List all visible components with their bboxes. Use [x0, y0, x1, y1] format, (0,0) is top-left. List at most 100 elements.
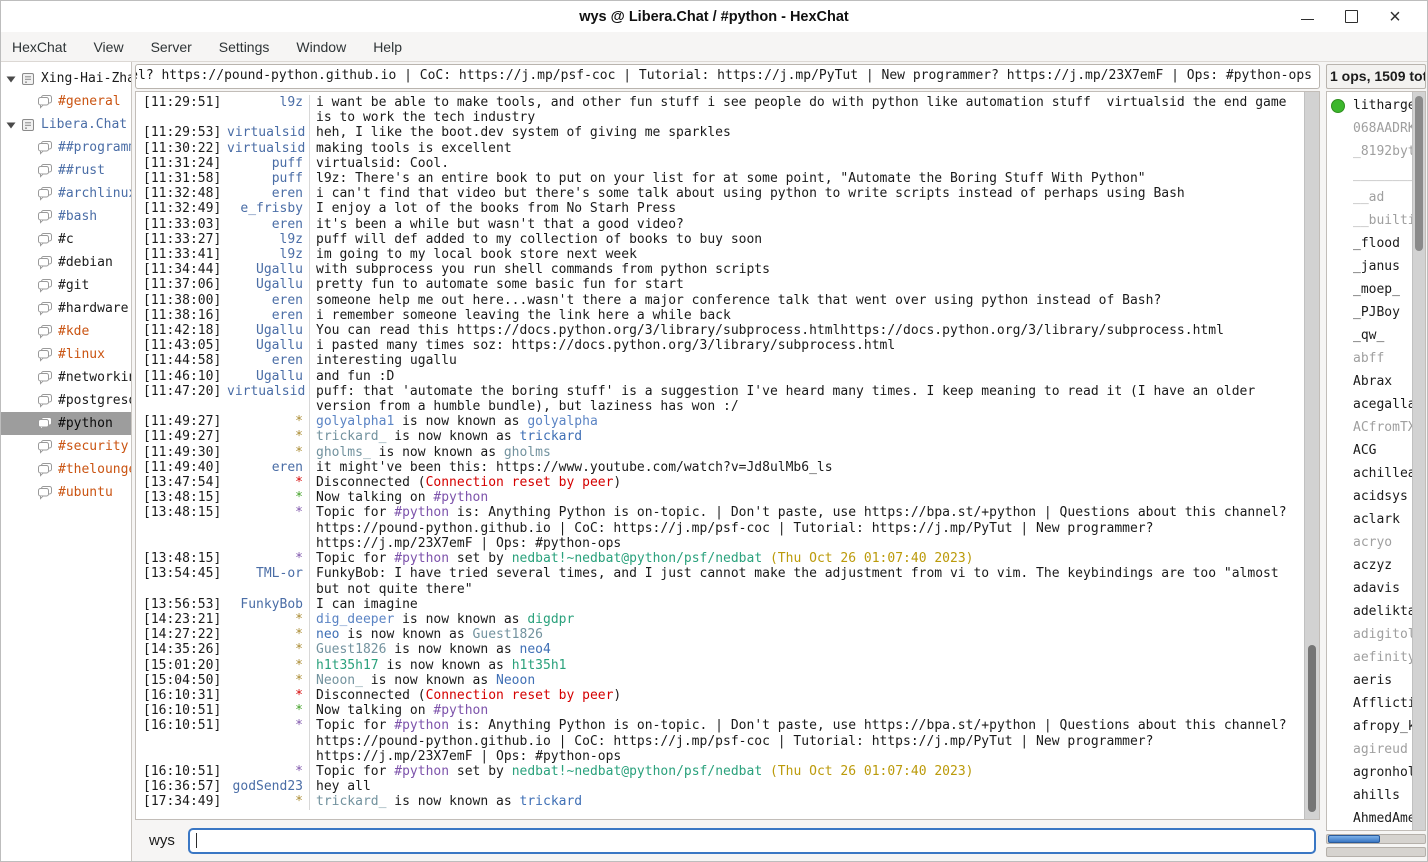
- user-row[interactable]: agireud: [1327, 738, 1413, 761]
- user-nick: aczyz: [1353, 558, 1392, 573]
- tree-channel-rust[interactable]: ##rust: [1, 159, 131, 182]
- nick-button[interactable]: wys: [149, 832, 175, 849]
- chat-row: [11:43:05]Ugallui pasted many times soz:…: [136, 338, 1303, 353]
- user-row[interactable]: achilleas: [1327, 462, 1413, 485]
- nick: FunkyBob: [227, 597, 309, 612]
- tree-channel-git[interactable]: #git: [1, 274, 131, 297]
- chat-row: [16:10:51]*Topic for #python set by nedb…: [136, 764, 1303, 779]
- userlist-scrollbar[interactable]: [1412, 92, 1425, 830]
- user-row[interactable]: aclark: [1327, 508, 1413, 531]
- tree-label: #kde: [58, 324, 89, 339]
- user-row[interactable]: _8192byte: [1327, 140, 1413, 163]
- message-segment: virtualsid: Cool.: [316, 156, 449, 171]
- close-button[interactable]: ×: [1373, 1, 1417, 32]
- minimize-button[interactable]: [1285, 1, 1329, 32]
- event-star: *: [227, 718, 309, 764]
- message-segment: i want be able to make tools, and other …: [316, 95, 1294, 125]
- user-row[interactable]: aeris: [1327, 669, 1413, 692]
- tree-channel-archlinux[interactable]: #archlinux: [1, 182, 131, 205]
- user-nick: agronholm: [1353, 765, 1413, 780]
- expander-icon[interactable]: [6, 120, 16, 130]
- tree-label: ##programming: [58, 140, 131, 155]
- user-row[interactable]: acryo: [1327, 531, 1413, 554]
- menu-item-hexchat[interactable]: HexChat: [12, 39, 66, 55]
- user-row[interactable]: agronholm: [1327, 761, 1413, 784]
- user-row[interactable]: ACfromTX: [1327, 416, 1413, 439]
- message-segment: gholms_: [316, 445, 371, 460]
- tree-channel-hardware[interactable]: #hardware: [1, 297, 131, 320]
- tree-channel-security[interactable]: #security: [1, 435, 131, 458]
- user-row[interactable]: acegalla-: [1327, 393, 1413, 416]
- user-row[interactable]: ahills: [1327, 784, 1413, 807]
- user-row[interactable]: __builtin: [1327, 209, 1413, 232]
- user-row[interactable]: abff: [1327, 347, 1413, 370]
- tree-channel-kde[interactable]: #kde: [1, 320, 131, 343]
- userlist-scrollbar-thumb[interactable]: [1415, 96, 1423, 251]
- tree-channel-bash[interactable]: #bash: [1, 205, 131, 228]
- user-row[interactable]: afropy_ke: [1327, 715, 1413, 738]
- menu-item-window[interactable]: Window: [296, 39, 346, 55]
- user-row[interactable]: __ad: [1327, 186, 1413, 209]
- timestamp: [13:48:15]: [136, 551, 227, 566]
- user-row[interactable]: AhmedAmer: [1327, 807, 1413, 830]
- message-text: with subprocess you run shell commands f…: [309, 262, 1303, 277]
- timestamp: [11:34:44]: [136, 262, 227, 277]
- menu-item-server[interactable]: Server: [151, 39, 192, 55]
- user-row[interactable]: _flood: [1327, 232, 1413, 255]
- event-star: *: [227, 703, 309, 718]
- user-row[interactable]: adeliktas: [1327, 600, 1413, 623]
- message-segment: puff: that 'automate the boring stuff' i…: [316, 384, 1263, 414]
- user-row[interactable]: adavis: [1327, 577, 1413, 600]
- message-segment: (Thu Oct 26 01:07:40 2023): [770, 764, 974, 779]
- tree-label: #postgresql: [58, 393, 131, 408]
- chat-scrollbar-thumb[interactable]: [1308, 645, 1316, 812]
- tree-label: #debian: [58, 255, 113, 270]
- user-row[interactable]: aefinity: [1327, 646, 1413, 669]
- chat-area: [11:29:51]l9zi want be able to make tool…: [135, 91, 1320, 820]
- tree-channel-thelounge[interactable]: #thelounge: [1, 458, 131, 481]
- tree-channel-c[interactable]: #c: [1, 228, 131, 251]
- user-row[interactable]: adigitole: [1327, 623, 1413, 646]
- message-text: l9z: There's an entire book to put on yo…: [309, 171, 1303, 186]
- expander-icon[interactable]: [6, 74, 16, 84]
- channel-icon: [37, 393, 53, 408]
- chat-row: [14:27:22]*neo is now known as Guest1826: [136, 627, 1303, 642]
- message-text: h1t35h17 is now known as h1t35h1: [309, 658, 1303, 673]
- user-row[interactable]: Affliction: [1327, 692, 1413, 715]
- chat-scrollbar[interactable]: [1304, 92, 1319, 819]
- tree-channel-networking[interactable]: #networking: [1, 366, 131, 389]
- menu-item-view[interactable]: View: [93, 39, 123, 55]
- tree-channel-python[interactable]: #python: [1, 412, 131, 435]
- tree-channel-postgresql[interactable]: #postgresql: [1, 389, 131, 412]
- user-row[interactable]: _________: [1327, 163, 1413, 186]
- user-row[interactable]: _PJBoy: [1327, 301, 1413, 324]
- tree-channel-general[interactable]: #general: [1, 90, 131, 113]
- tree-label: #ubuntu: [58, 485, 113, 500]
- topic-input[interactable]: about this channel? https://pound-python…: [135, 64, 1320, 89]
- tree-channel-linux[interactable]: #linux: [1, 343, 131, 366]
- user-row[interactable]: ACG: [1327, 439, 1413, 462]
- tree-server-Libera.Chat[interactable]: Libera.Chat: [1, 113, 131, 136]
- user-row[interactable]: aczyz: [1327, 554, 1413, 577]
- user-row[interactable]: _qw_: [1327, 324, 1413, 347]
- channel-icon: [37, 324, 53, 339]
- tree-server-Xing-Hai-Zhang[interactable]: Xing-Hai-Zhang: [1, 67, 131, 90]
- tree-channel-programming[interactable]: ##programming: [1, 136, 131, 159]
- user-row[interactable]: _moep_: [1327, 278, 1413, 301]
- message-segment: making tools is excellent: [316, 141, 512, 156]
- tree-channel-ubuntu[interactable]: #ubuntu: [1, 481, 131, 504]
- user-row[interactable]: Abrax: [1327, 370, 1413, 393]
- menu-item-settings[interactable]: Settings: [219, 39, 270, 55]
- user-row[interactable]: 068AADRKN: [1327, 117, 1413, 140]
- maximize-button[interactable]: [1329, 1, 1373, 32]
- nick: puff: [227, 171, 309, 186]
- user-nick: adavis: [1353, 581, 1400, 596]
- tree-channel-debian[interactable]: #debian: [1, 251, 131, 274]
- message-text: Topic for #python set by nedbat!~nedbat@…: [309, 551, 1303, 566]
- user-row[interactable]: litharge: [1327, 94, 1413, 117]
- menu-item-help[interactable]: Help: [373, 39, 402, 55]
- user-row[interactable]: _janus: [1327, 255, 1413, 278]
- message-input[interactable]: [188, 828, 1316, 854]
- message-segment: (Thu Oct 26 01:07:40 2023): [770, 551, 974, 566]
- user-row[interactable]: acidsys: [1327, 485, 1413, 508]
